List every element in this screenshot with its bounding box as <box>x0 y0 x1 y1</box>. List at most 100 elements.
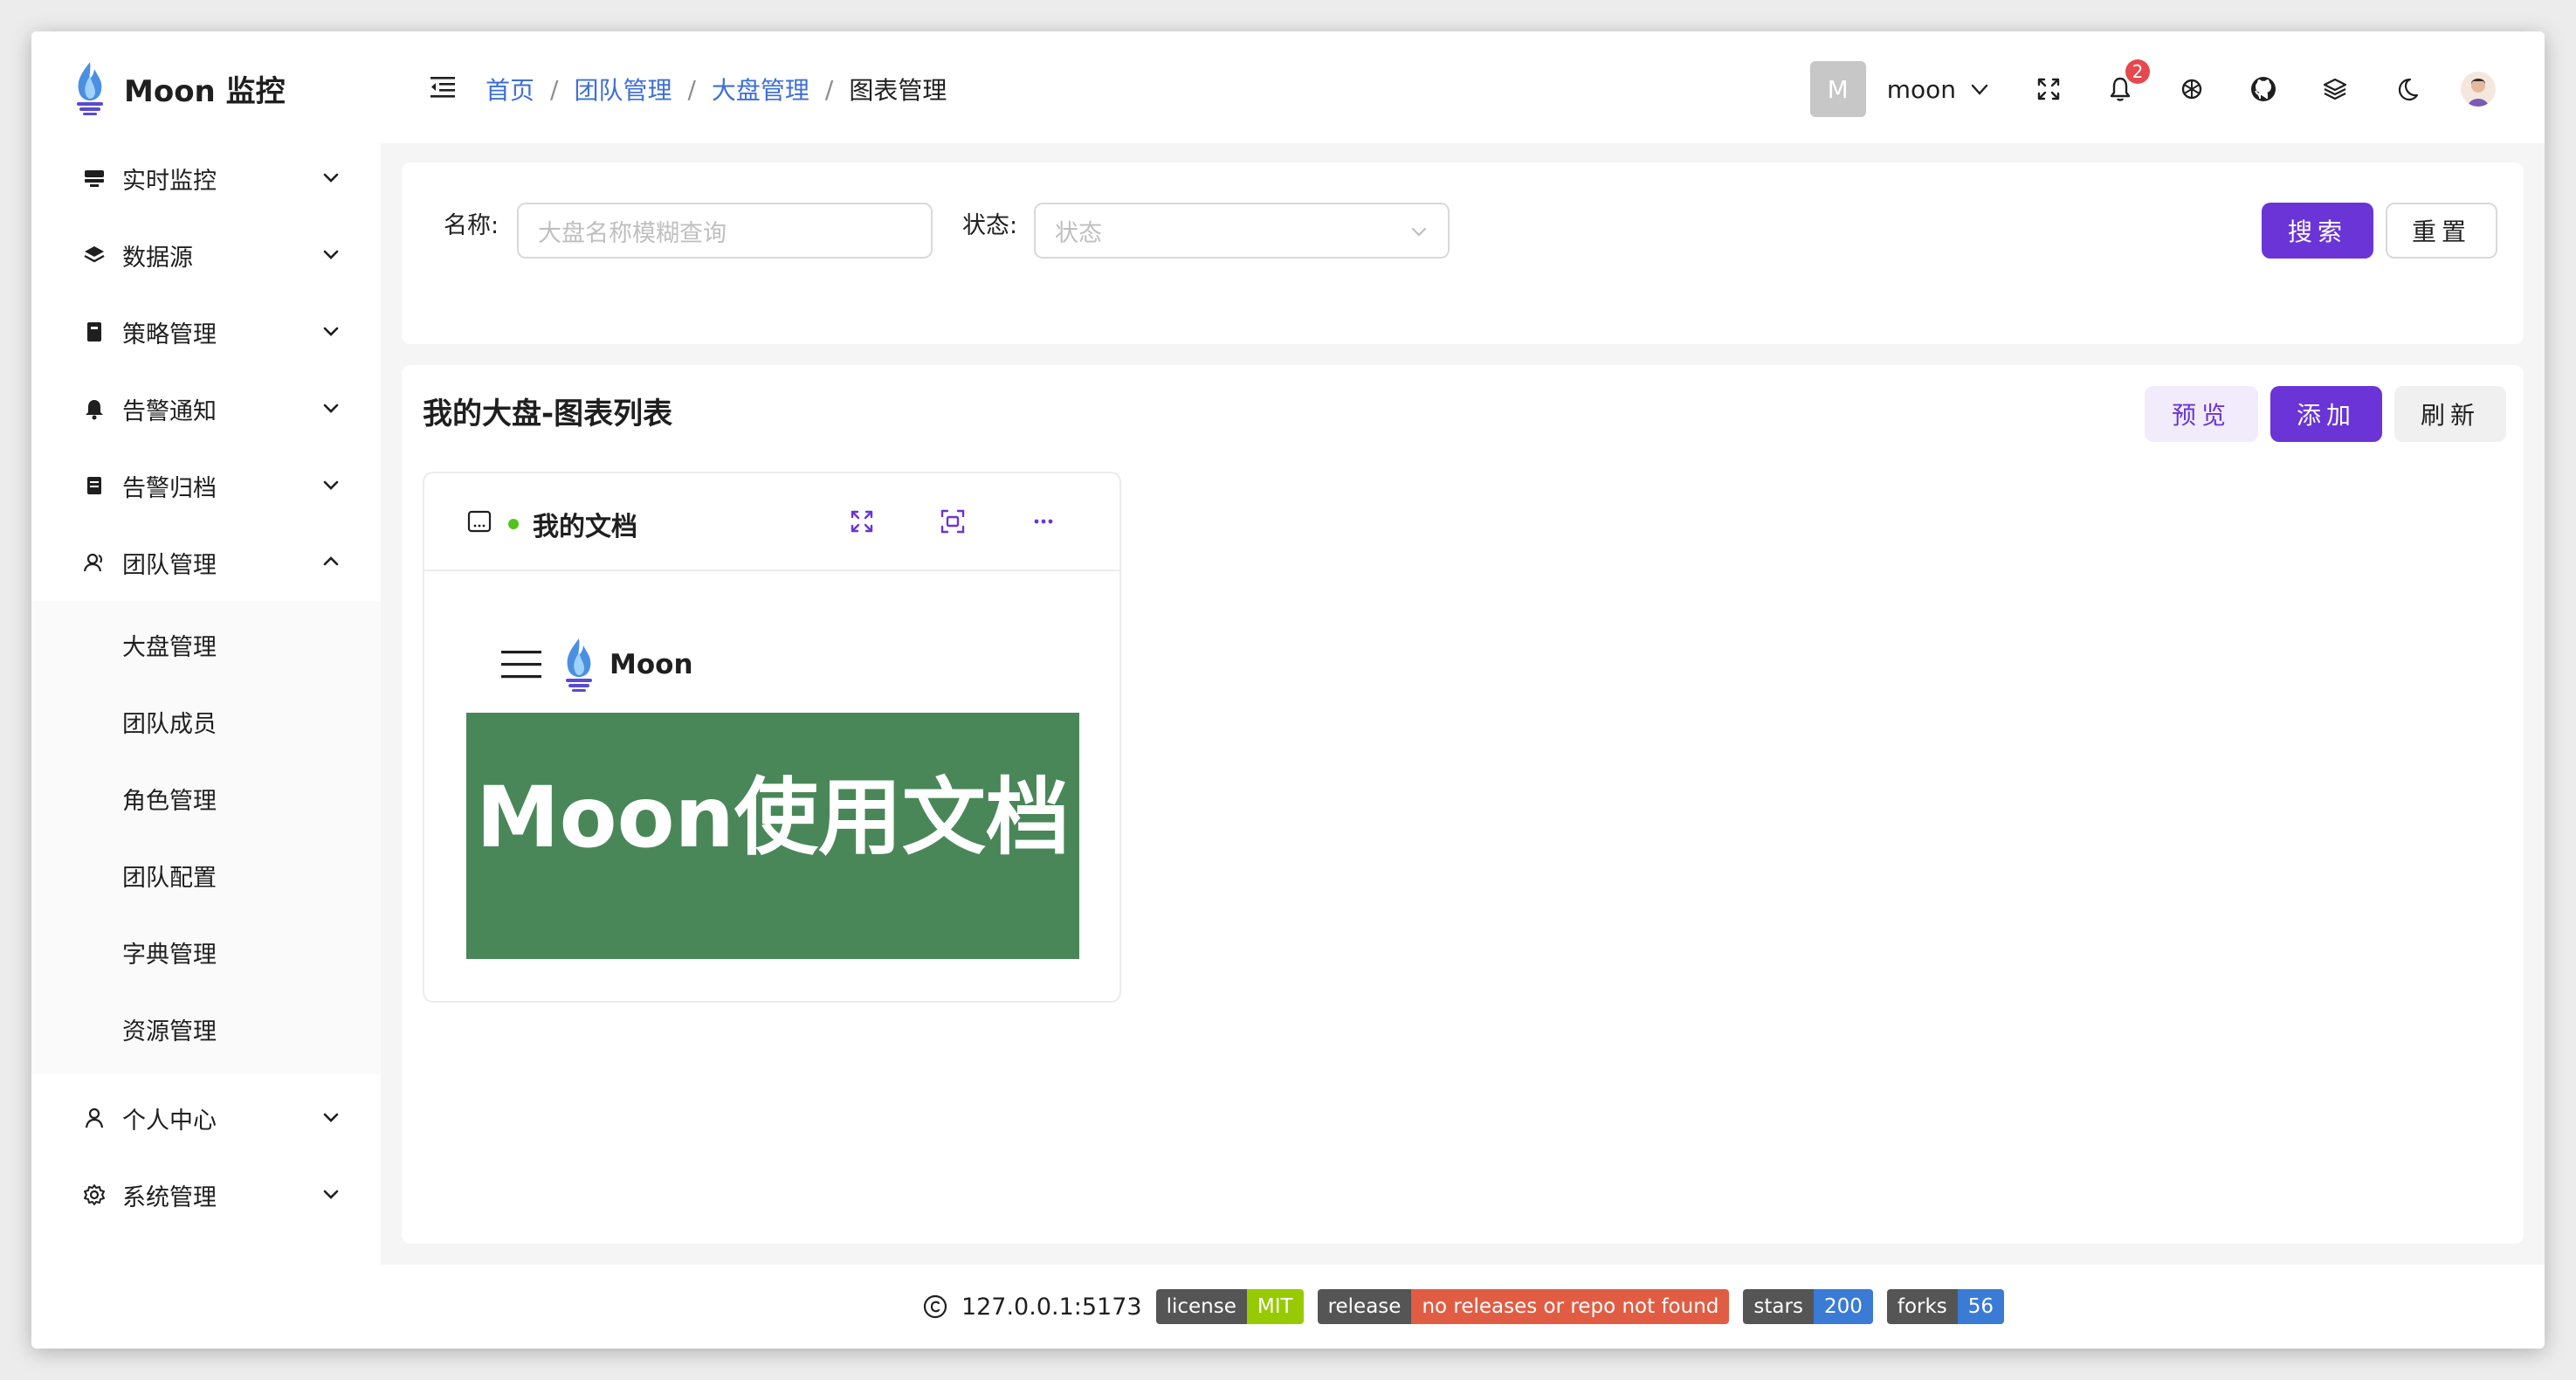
preview-button[interactable]: 预览 <box>2145 386 2258 442</box>
sidebar-menu-lower: 个人中心 系统管理 <box>31 1080 381 1233</box>
team-submenu: 大盘管理 团队成员 角色管理 团队配置 字典管理 资源管理 <box>31 601 381 1074</box>
chevron-down-icon <box>323 250 339 259</box>
chart-list-card: 我的大盘-图表列表 预览 添加 刷新 我的文档 Moon Moon使用文档 <box>402 365 2524 1244</box>
stars-badge[interactable]: stars 200 <box>1743 1289 1873 1324</box>
hamburger-menu-icon <box>501 651 541 679</box>
layers-stack-icon[interactable] <box>2321 75 2349 103</box>
breadcrumb-home[interactable]: 首页 <box>486 72 534 107</box>
chevron-down-icon <box>323 1190 339 1199</box>
chart-card[interactable]: 我的文档 Moon Moon使用文档 <box>423 472 1121 1003</box>
sidebar-item-alarm-archive[interactable]: 告警归档 <box>31 447 381 524</box>
status-select-placeholder: 状态 <box>1055 219 1102 247</box>
sidebar-item-team-manage[interactable]: 团队管理 <box>31 524 381 601</box>
chart-window-icon <box>467 510 492 533</box>
status-select[interactable]: 状态 <box>1034 203 1450 259</box>
chart-card-preview: Moon Moon使用文档 <box>424 573 1119 1001</box>
settings-gear-icon <box>80 1181 108 1209</box>
menu-collapse-icon[interactable] <box>428 72 458 101</box>
badge-value: 200 <box>1813 1289 1873 1324</box>
license-badge[interactable]: license MIT <box>1155 1289 1304 1324</box>
sidebar-item-label: 告警通知 <box>122 397 217 425</box>
database-layers-icon <box>80 241 108 269</box>
bell-icon <box>80 395 108 423</box>
more-options-icon[interactable] <box>1029 507 1058 536</box>
app-logo[interactable]: Moon 监控 <box>72 58 286 119</box>
chevron-down-icon <box>1411 227 1427 237</box>
breadcrumb-dashboard-manage[interactable]: 大盘管理 <box>712 72 809 107</box>
chart-card-title: 我的文档 <box>533 512 637 542</box>
badge-label: license <box>1155 1289 1247 1324</box>
badge-value: MIT <box>1246 1289 1304 1324</box>
top-header: 首页 / 团队管理 / 大盘管理 / 图表管理 M moon 2 <box>381 31 2545 143</box>
search-button[interactable]: 搜索 <box>2262 203 2373 259</box>
copyright-icon <box>923 1294 947 1319</box>
sidebar-item-label: 实时监控 <box>122 167 217 195</box>
user-icon <box>80 1104 108 1132</box>
breadcrumb-team-manage[interactable]: 团队管理 <box>574 72 672 107</box>
chevron-down-icon[interactable] <box>1968 78 1991 100</box>
user-avatar[interactable]: M <box>1809 61 1866 117</box>
moon-flame-logo-icon <box>566 638 592 692</box>
user-name[interactable]: moon <box>1887 75 1956 104</box>
sidebar-item-resource-manage[interactable]: 资源管理 <box>31 990 381 1067</box>
footer-host: 127.0.0.1:5173 <box>961 1293 1142 1321</box>
sidebar-item-label: 告警归档 <box>122 474 217 502</box>
forks-badge[interactable]: forks 56 <box>1886 1289 2005 1324</box>
name-search-input[interactable]: 大盘名称模糊查询 <box>517 203 933 259</box>
chevron-up-icon <box>323 556 339 566</box>
breadcrumb-separator: / <box>687 74 696 104</box>
github-icon[interactable] <box>2249 75 2277 103</box>
search-form-card: 名称: 大盘名称模糊查询 状态: 状态 搜索 重置 <box>402 162 2524 344</box>
sidebar-item-label: 数据源 <box>122 244 193 272</box>
reset-button[interactable]: 重置 <box>2386 203 2497 259</box>
sidebar-item-strategy[interactable]: 策略管理 <box>31 293 381 370</box>
refresh-button[interactable]: 刷新 <box>2394 386 2506 442</box>
sidebar-menu: 实时监控 数据源 策略管理 告警通知 告警归档 团队管理 大盘管理 团队成员 角… <box>31 140 381 1074</box>
sidebar-item-realtime-monitor[interactable]: 实时监控 <box>31 140 381 217</box>
doc-preview-hero-text: Moon使用文档 <box>476 769 1070 866</box>
notification-bell-icon[interactable]: 2 <box>2106 59 2150 103</box>
sidebar-item-team-members[interactable]: 团队成员 <box>31 683 381 760</box>
chevron-down-icon <box>323 404 339 413</box>
expand-icon[interactable] <box>847 507 877 536</box>
dark-mode-moon-icon[interactable] <box>2393 75 2421 103</box>
breadcrumb: 首页 / 团队管理 / 大盘管理 / 图表管理 <box>486 72 947 107</box>
header-actions: M moon 2 <box>1809 59 2496 117</box>
breadcrumb-current: 图表管理 <box>849 76 947 105</box>
strategy-book-icon <box>80 318 108 346</box>
sidebar-item-team-config[interactable]: 团队配置 <box>31 837 381 914</box>
chevron-down-icon <box>323 480 339 490</box>
sidebar-item-label: 策略管理 <box>122 321 217 348</box>
app-window: Moon 监控 实时监控 数据源 策略管理 告警通知 告警归档 团队管理 大盘管… <box>31 31 2545 1349</box>
badge-label: forks <box>1886 1289 1958 1324</box>
footer-inner: 127.0.0.1:5173 license MIT release no re… <box>381 1265 2545 1349</box>
sidebar-item-alarm-notify[interactable]: 告警通知 <box>31 370 381 447</box>
page-title: 我的大盘-图表列表 <box>423 397 673 431</box>
badge-label: release <box>1317 1289 1412 1324</box>
sidebar-item-datasource[interactable]: 数据源 <box>31 217 381 293</box>
archive-icon <box>80 472 108 500</box>
breadcrumb-separator: / <box>550 74 559 104</box>
sidebar-item-role-manage[interactable]: 角色管理 <box>31 760 381 837</box>
openai-icon[interactable] <box>2178 75 2206 103</box>
badge-value: 56 <box>1957 1289 2005 1324</box>
monitor-icon <box>80 164 108 192</box>
sidebar-item-personal-center[interactable]: 个人中心 <box>31 1080 381 1156</box>
doc-preview-nav: Moon <box>499 634 693 695</box>
main-content: 名称: 大盘名称模糊查询 状态: 状态 搜索 重置 我的大盘-图表列表 预览 添… <box>381 143 2545 1265</box>
fullscreen-icon[interactable] <box>2035 75 2063 103</box>
release-badge[interactable]: release no releases or repo not found <box>1317 1289 1730 1324</box>
footer: 127.0.0.1:5173 license MIT release no re… <box>381 1265 2545 1349</box>
profile-avatar-icon[interactable] <box>2461 72 2496 107</box>
name-field-label: 名称: <box>444 212 499 239</box>
chevron-down-icon <box>323 173 339 183</box>
sidebar-item-dict-manage[interactable]: 字典管理 <box>31 914 381 990</box>
fullscreen-focus-icon[interactable] <box>938 507 968 536</box>
notification-badge: 2 <box>2125 59 2150 84</box>
sidebar-item-system-manage[interactable]: 系统管理 <box>31 1156 381 1233</box>
sidebar-item-label: 系统管理 <box>122 1183 217 1211</box>
sidebar-item-label: 个人中心 <box>122 1107 217 1135</box>
doc-preview-hero: Moon使用文档 <box>466 713 1079 959</box>
sidebar-item-dashboard-manage[interactable]: 大盘管理 <box>31 606 381 683</box>
add-button[interactable]: 添加 <box>2270 386 2382 442</box>
